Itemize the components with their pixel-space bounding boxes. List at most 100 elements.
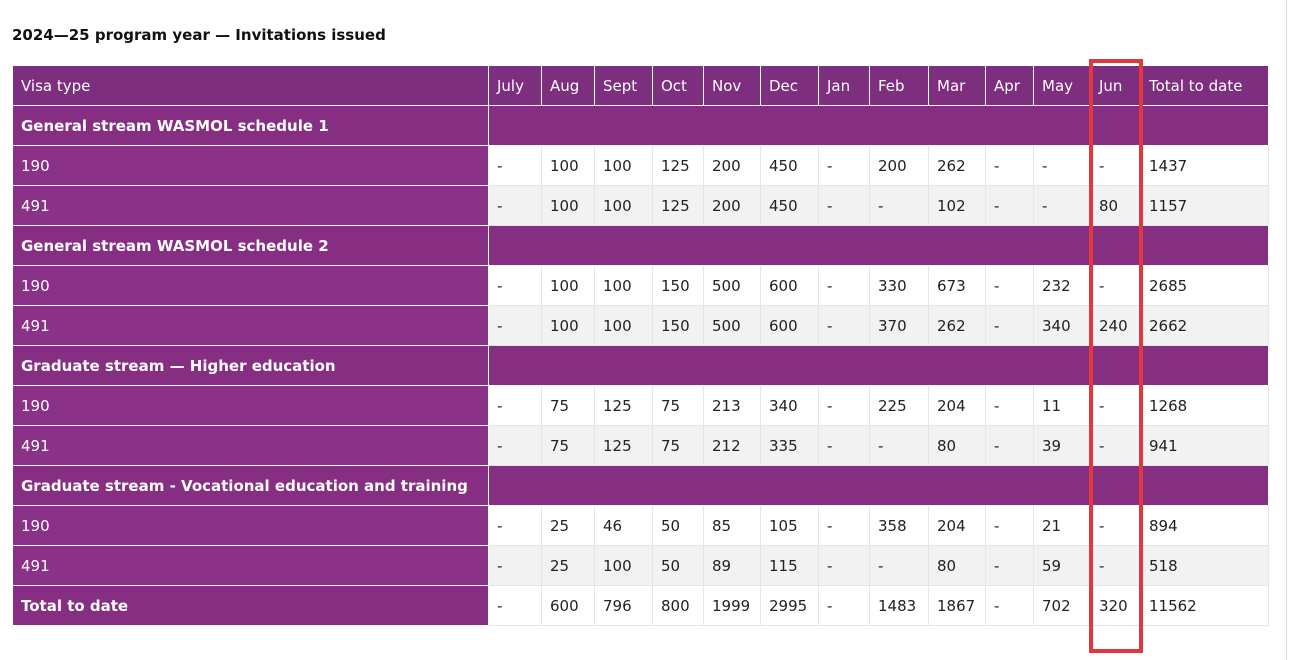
section-title: Graduate stream — Higher education bbox=[12, 345, 489, 386]
col-total-to-date: Total to date bbox=[1140, 65, 1269, 106]
col-jan: Jan bbox=[818, 65, 870, 106]
section-filler bbox=[488, 105, 1269, 146]
section-filler bbox=[488, 345, 1269, 386]
value-cell: 75 bbox=[652, 425, 704, 466]
table-heading: 2024—25 program year — Invitations issue… bbox=[12, 26, 386, 44]
section-header-row: General stream WASMOL schedule 2 bbox=[12, 225, 1269, 266]
value-cell: 200 bbox=[703, 145, 761, 186]
value-cell: 894 bbox=[1140, 505, 1269, 546]
value-cell: 85 bbox=[703, 505, 761, 546]
value-cell: 100 bbox=[541, 305, 595, 346]
col-oct: Oct bbox=[652, 65, 704, 106]
value-cell: 1999 bbox=[703, 585, 761, 626]
row-label: 190 bbox=[12, 265, 489, 306]
value-cell: 330 bbox=[869, 265, 929, 306]
value-cell: 200 bbox=[869, 145, 929, 186]
table-row: 190-25 46 50 85 105-358 204-21-894 bbox=[12, 505, 1269, 546]
value-cell: 46 bbox=[594, 505, 653, 546]
row-label: 190 bbox=[12, 145, 489, 186]
value-cell: 150 bbox=[652, 305, 704, 346]
table-row: 491-100 100 150 500 600-370 262-340 240 2662 bbox=[12, 305, 1269, 346]
row-label: 491 bbox=[12, 425, 489, 466]
value-cell: 150 bbox=[652, 265, 704, 306]
value-cell: - bbox=[985, 265, 1034, 306]
value-cell: - bbox=[985, 545, 1034, 586]
value-cell: - bbox=[1090, 545, 1141, 586]
row-label: 491 bbox=[12, 545, 489, 586]
col-visa-type: Visa type bbox=[12, 65, 489, 106]
value-cell: 100 bbox=[594, 305, 653, 346]
value-cell: 213 bbox=[703, 385, 761, 426]
value-cell: 39 bbox=[1033, 425, 1091, 466]
value-cell: - bbox=[818, 505, 870, 546]
value-cell: - bbox=[985, 385, 1034, 426]
value-cell: 358 bbox=[869, 505, 929, 546]
value-cell: - bbox=[818, 185, 870, 226]
col-feb: Feb bbox=[869, 65, 929, 106]
value-cell: 125 bbox=[594, 385, 653, 426]
value-cell: 100 bbox=[541, 185, 595, 226]
section-header-row: General stream WASMOL schedule 1 bbox=[12, 105, 1269, 146]
value-cell: - bbox=[488, 145, 542, 186]
value-cell: 21 bbox=[1033, 505, 1091, 546]
value-cell: 100 bbox=[594, 265, 653, 306]
value-cell: 204 bbox=[928, 385, 986, 426]
value-cell: 518 bbox=[1140, 545, 1269, 586]
value-cell: 450 bbox=[760, 185, 819, 226]
col-aug: Aug bbox=[541, 65, 595, 106]
value-cell: 340 bbox=[1033, 305, 1091, 346]
section-filler bbox=[488, 465, 1269, 506]
value-cell: - bbox=[1033, 145, 1091, 186]
value-cell: 1867 bbox=[928, 585, 986, 626]
value-cell: - bbox=[1090, 385, 1141, 426]
table-header: Visa type July Aug Sept Oct Nov Dec Jan … bbox=[12, 65, 1269, 106]
value-cell: - bbox=[985, 305, 1034, 346]
col-sept: Sept bbox=[594, 65, 653, 106]
row-label: 190 bbox=[12, 505, 489, 546]
section-header-row: Graduate stream — Higher education bbox=[12, 345, 1269, 386]
value-cell: 1157 bbox=[1140, 185, 1269, 226]
value-cell: - bbox=[869, 425, 929, 466]
value-cell: - bbox=[1090, 145, 1141, 186]
table-row: 190-75 125 75 213 340-225 204-11-1268 bbox=[12, 385, 1269, 426]
col-may: May bbox=[1033, 65, 1091, 106]
value-cell: 600 bbox=[760, 265, 819, 306]
value-cell: - bbox=[488, 545, 542, 586]
value-cell: 673 bbox=[928, 265, 986, 306]
value-cell: 1268 bbox=[1140, 385, 1269, 426]
value-cell: 59 bbox=[1033, 545, 1091, 586]
value-cell: - bbox=[985, 425, 1034, 466]
value-cell: 262 bbox=[928, 145, 986, 186]
value-cell: 100 bbox=[594, 545, 653, 586]
col-mar: Mar bbox=[928, 65, 986, 106]
value-cell: - bbox=[818, 385, 870, 426]
value-cell: - bbox=[869, 545, 929, 586]
value-cell: - bbox=[1090, 265, 1141, 306]
value-cell: 125 bbox=[652, 145, 704, 186]
value-cell: - bbox=[818, 545, 870, 586]
value-cell: - bbox=[818, 425, 870, 466]
value-cell: 702 bbox=[1033, 585, 1091, 626]
section-header-row: Graduate stream - Vocational education a… bbox=[12, 465, 1269, 506]
value-cell: - bbox=[818, 305, 870, 346]
value-cell: - bbox=[985, 185, 1034, 226]
value-cell: 200 bbox=[703, 185, 761, 226]
value-cell: 1437 bbox=[1140, 145, 1269, 186]
value-cell: 50 bbox=[652, 505, 704, 546]
row-label: 491 bbox=[12, 305, 489, 346]
value-cell: - bbox=[985, 505, 1034, 546]
value-cell: 80 bbox=[1090, 185, 1141, 226]
section-filler bbox=[488, 225, 1269, 266]
value-cell: 340 bbox=[760, 385, 819, 426]
col-jun: Jun bbox=[1090, 65, 1141, 106]
value-cell: 75 bbox=[541, 385, 595, 426]
section-title: Graduate stream - Vocational education a… bbox=[12, 465, 489, 506]
value-cell: 225 bbox=[869, 385, 929, 426]
value-cell: 335 bbox=[760, 425, 819, 466]
value-cell: - bbox=[1033, 185, 1091, 226]
table-row: 491-25 100 50 89 115- -80-59-518 bbox=[12, 545, 1269, 586]
table-row: 491-75 125 75 212 335- -80-39-941 bbox=[12, 425, 1269, 466]
value-cell: 240 bbox=[1090, 305, 1141, 346]
value-cell: - bbox=[1090, 425, 1141, 466]
value-cell: - bbox=[488, 425, 542, 466]
